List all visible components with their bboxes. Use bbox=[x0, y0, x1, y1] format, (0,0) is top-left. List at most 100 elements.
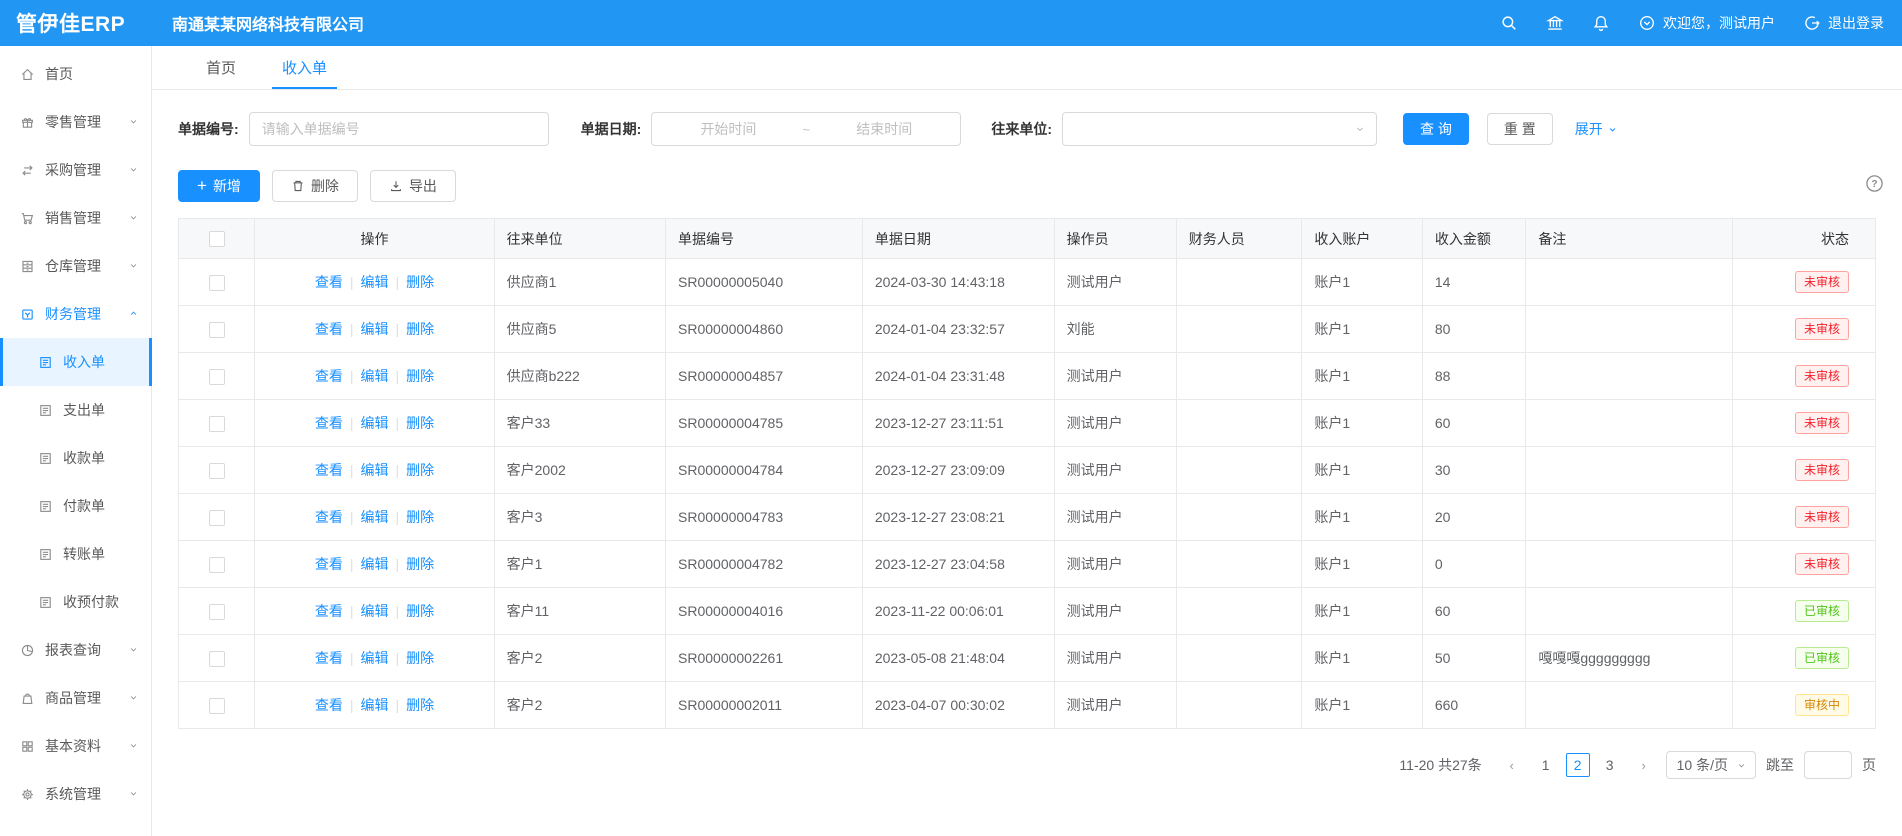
row-action-编辑[interactable]: 编辑 bbox=[360, 509, 388, 525]
page-size-select[interactable]: 10 条/页 bbox=[1666, 751, 1756, 779]
row-action-查看[interactable]: 查看 bbox=[315, 462, 343, 478]
doc-no-input[interactable] bbox=[249, 112, 549, 146]
row-action-编辑[interactable]: 编辑 bbox=[360, 697, 388, 713]
bank-icon[interactable] bbox=[1546, 14, 1564, 32]
row-checkbox[interactable] bbox=[209, 651, 225, 667]
action-toolbar: + 新增 删除 导出 bbox=[178, 170, 1876, 202]
row-action-查看[interactable]: 查看 bbox=[315, 556, 343, 572]
row-action-查看[interactable]: 查看 bbox=[315, 415, 343, 431]
sidebar-item-首页[interactable]: 首页 bbox=[0, 50, 151, 98]
logout-button[interactable]: 退出登录 bbox=[1803, 13, 1884, 33]
row-action-删除[interactable]: 删除 bbox=[406, 415, 434, 431]
date-range-picker[interactable]: ~ bbox=[651, 112, 961, 146]
search-button[interactable]: 查 询 bbox=[1403, 113, 1469, 145]
row-action-编辑[interactable]: 编辑 bbox=[360, 415, 388, 431]
cell-remark bbox=[1526, 541, 1733, 588]
row-action-编辑[interactable]: 编辑 bbox=[360, 603, 388, 619]
row-checkbox[interactable] bbox=[209, 557, 225, 573]
cell-remark: 嘎嘎嘎ggggggggg bbox=[1526, 635, 1733, 682]
row-actions-cell: 查看|编辑|删除 bbox=[255, 682, 494, 729]
page-button-3[interactable]: 3 bbox=[1598, 753, 1622, 777]
row-checkbox[interactable] bbox=[209, 604, 225, 620]
select-all-checkbox[interactable] bbox=[209, 231, 225, 247]
row-action-删除[interactable]: 删除 bbox=[406, 274, 434, 290]
row-checkbox[interactable] bbox=[209, 510, 225, 526]
date-end-input[interactable] bbox=[816, 121, 952, 137]
table-row: 查看|编辑|删除客户2SR000000020112023-04-07 00:30… bbox=[179, 682, 1876, 729]
row-checkbox[interactable] bbox=[209, 275, 225, 291]
row-action-查看[interactable]: 查看 bbox=[315, 509, 343, 525]
sidebar-item-转账单[interactable]: 转账单 bbox=[0, 530, 151, 578]
row-action-编辑[interactable]: 编辑 bbox=[360, 321, 388, 337]
row-checkbox[interactable] bbox=[209, 369, 225, 385]
sidebar-item-支出单[interactable]: 支出单 bbox=[0, 386, 151, 434]
sidebar-item-付款单[interactable]: 付款单 bbox=[0, 482, 151, 530]
sidebar-item-收入单[interactable]: 收入单 bbox=[0, 338, 151, 386]
sidebar-item-收预付款[interactable]: 收预付款 bbox=[0, 578, 151, 626]
jump-page-input[interactable] bbox=[1804, 751, 1852, 779]
date-separator: ~ bbox=[797, 122, 817, 137]
cell-doc-date: 2023-12-27 23:11:51 bbox=[862, 400, 1054, 447]
tab-收入单[interactable]: 收入单 bbox=[272, 46, 337, 89]
row-action-删除[interactable]: 删除 bbox=[406, 556, 434, 572]
sidebar-item-零售管理[interactable]: 零售管理 bbox=[0, 98, 151, 146]
delete-button[interactable]: 删除 bbox=[272, 170, 358, 202]
row-action-编辑[interactable]: 编辑 bbox=[360, 462, 388, 478]
row-action-删除[interactable]: 删除 bbox=[406, 603, 434, 619]
row-checkbox[interactable] bbox=[209, 322, 225, 338]
action-separator: | bbox=[350, 274, 354, 290]
cell-partner: 供应商b222 bbox=[494, 353, 665, 400]
row-action-删除[interactable]: 删除 bbox=[406, 321, 434, 337]
partner-select[interactable] bbox=[1062, 112, 1377, 146]
sidebar-item-销售管理[interactable]: 销售管理 bbox=[0, 194, 151, 242]
row-action-查看[interactable]: 查看 bbox=[315, 321, 343, 337]
sidebar-item-商品管理[interactable]: 商品管理 bbox=[0, 674, 151, 722]
row-action-删除[interactable]: 删除 bbox=[406, 509, 434, 525]
sidebar-item-报表查询[interactable]: 报表查询 bbox=[0, 626, 151, 674]
row-action-删除[interactable]: 删除 bbox=[406, 368, 434, 384]
row-action-删除[interactable]: 删除 bbox=[406, 697, 434, 713]
cell-finance-staff bbox=[1176, 259, 1302, 306]
row-action-查看[interactable]: 查看 bbox=[315, 368, 343, 384]
page-button-1[interactable]: 1 bbox=[1534, 753, 1558, 777]
page-button-2[interactable]: 2 bbox=[1566, 753, 1590, 777]
sidebar-item-基本资料[interactable]: 基本资料 bbox=[0, 722, 151, 770]
help-icon[interactable]: ? bbox=[1865, 174, 1884, 198]
date-start-input[interactable] bbox=[660, 121, 796, 137]
search-icon[interactable] bbox=[1500, 14, 1518, 32]
sidebar-item-采购管理[interactable]: 采购管理 bbox=[0, 146, 151, 194]
sidebar-item-label: 报表查询 bbox=[45, 640, 101, 660]
sidebar-item-收款单[interactable]: 收款单 bbox=[0, 434, 151, 482]
row-action-编辑[interactable]: 编辑 bbox=[360, 650, 388, 666]
prev-page-button[interactable]: ‹ bbox=[1500, 753, 1524, 777]
next-page-button[interactable]: › bbox=[1632, 753, 1656, 777]
tab-首页[interactable]: 首页 bbox=[196, 46, 246, 89]
sidebar-item-系统管理[interactable]: 系统管理 bbox=[0, 770, 151, 818]
row-action-查看[interactable]: 查看 bbox=[315, 650, 343, 666]
sidebar-item-label: 销售管理 bbox=[45, 208, 101, 228]
reset-button[interactable]: 重 置 bbox=[1487, 113, 1553, 145]
cell-doc-date: 2023-05-08 21:48:04 bbox=[862, 635, 1054, 682]
welcome-user[interactable]: 欢迎您，测试用户 bbox=[1638, 13, 1775, 33]
doc-icon bbox=[38, 499, 53, 514]
row-action-编辑[interactable]: 编辑 bbox=[360, 274, 388, 290]
row-action-编辑[interactable]: 编辑 bbox=[360, 556, 388, 572]
doc-no-label: 单据编号: bbox=[178, 119, 239, 139]
row-action-查看[interactable]: 查看 bbox=[315, 603, 343, 619]
row-action-查看[interactable]: 查看 bbox=[315, 697, 343, 713]
row-actions-cell: 查看|编辑|删除 bbox=[255, 541, 494, 588]
row-checkbox[interactable] bbox=[209, 698, 225, 714]
row-action-删除[interactable]: 删除 bbox=[406, 650, 434, 666]
sidebar-item-仓库管理[interactable]: 仓库管理 bbox=[0, 242, 151, 290]
bell-icon[interactable] bbox=[1592, 14, 1610, 32]
row-checkbox[interactable] bbox=[209, 416, 225, 432]
cell-partner: 客户1 bbox=[494, 541, 665, 588]
row-action-查看[interactable]: 查看 bbox=[315, 274, 343, 290]
row-action-删除[interactable]: 删除 bbox=[406, 462, 434, 478]
export-button[interactable]: 导出 bbox=[370, 170, 456, 202]
row-checkbox[interactable] bbox=[209, 463, 225, 479]
sidebar-item-财务管理[interactable]: 财务管理 bbox=[0, 290, 151, 338]
row-action-编辑[interactable]: 编辑 bbox=[360, 368, 388, 384]
add-button[interactable]: + 新增 bbox=[178, 170, 260, 202]
expand-link[interactable]: 展开 bbox=[1575, 119, 1618, 139]
